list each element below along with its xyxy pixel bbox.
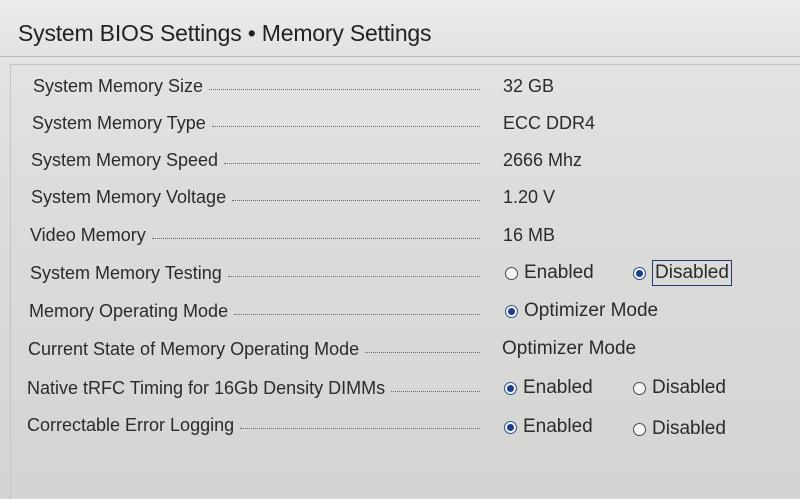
dotted-leader: [224, 162, 480, 164]
setting-value: 32 GB: [503, 75, 555, 96]
dotted-leader: [240, 427, 480, 429]
dotted-leader: [234, 313, 480, 315]
setting-value: 2666 Mhz: [503, 149, 583, 170]
setting-label: Video Memory: [30, 224, 146, 245]
radio-optimizer-mode[interactable]: Optimizer Mode: [505, 296, 658, 326]
radio-label: Disabled: [652, 377, 726, 398]
dotted-leader: [232, 199, 480, 201]
header-bar: System BIOS Settings • Memory Settings: [0, 0, 800, 57]
radio-unselected-icon[interactable]: [505, 266, 518, 280]
setting-row-operating-mode[interactable]: Memory Operating Mode Optimizer Mode: [0, 296, 800, 326]
dotted-leader: [365, 351, 480, 353]
radio-label: Enabled: [523, 416, 593, 437]
setting-label: System Memory Testing: [30, 262, 222, 283]
setting-label: Memory Operating Mode: [29, 300, 229, 321]
setting-label: Correctable Error Logging: [27, 414, 235, 435]
radio-enabled[interactable]: Enabled: [504, 412, 593, 442]
radio-enabled[interactable]: Enabled: [504, 373, 593, 403]
radio-label: Enabled: [523, 377, 593, 398]
setting-label: Current State of Memory Operating Mode: [28, 338, 360, 359]
setting-row-native-trfc[interactable]: Native tRFC Timing for 16Gb Density DIMM…: [0, 373, 800, 403]
radio-disabled[interactable]: Disabled: [633, 373, 726, 403]
setting-value: 16 MB: [503, 224, 556, 245]
bios-window: System BIOS Settings • Memory Settings S…: [0, 0, 800, 499]
radio-selected-icon[interactable]: [504, 381, 517, 395]
setting-label: System Memory Size: [33, 75, 204, 96]
setting-row-memory-size: System Memory Size 32 GB: [0, 71, 800, 101]
setting-row-memory-testing[interactable]: System Memory Testing Enabled Disabled: [0, 258, 800, 288]
setting-label: System Memory Voltage: [31, 186, 227, 207]
radio-selected-icon[interactable]: [504, 420, 517, 434]
setting-row-memory-voltage: System Memory Voltage 1.20 V: [0, 182, 800, 212]
radio-enabled[interactable]: Enabled: [505, 258, 594, 288]
dotted-leader: [151, 237, 480, 239]
setting-label: System Memory Type: [32, 112, 206, 133]
setting-value: Optimizer Mode: [502, 338, 637, 359]
dotted-leader: [209, 88, 480, 90]
setting-row-memory-type: System Memory Type ECC DDR4: [0, 108, 800, 138]
focused-option-label: Disabled: [652, 260, 732, 286]
dotted-leader: [211, 125, 480, 127]
radio-selected-icon[interactable]: [505, 304, 518, 318]
radio-label: Enabled: [524, 262, 594, 283]
setting-value: 1.20 V: [503, 186, 556, 207]
radio-unselected-icon[interactable]: [633, 381, 646, 395]
setting-row-current-operating-mode: Current State of Memory Operating Mode O…: [0, 334, 800, 364]
setting-row-memory-speed: System Memory Speed 2666 Mhz: [0, 145, 800, 175]
radio-label: Disabled: [652, 418, 726, 439]
dotted-leader: [227, 275, 480, 277]
setting-label: System Memory Speed: [31, 149, 219, 170]
setting-value: ECC DDR4: [503, 112, 596, 133]
page-title: System BIOS Settings • Memory Settings: [18, 20, 432, 46]
radio-disabled[interactable]: Disabled: [633, 414, 726, 444]
setting-row-correctable-error-logging[interactable]: Correctable Error Logging Enabled Disabl…: [0, 410, 800, 440]
radio-disabled[interactable]: Disabled: [633, 258, 732, 288]
radio-label: Optimizer Mode: [524, 300, 659, 321]
radio-unselected-icon[interactable]: [633, 422, 646, 436]
setting-row-video-memory: Video Memory 16 MB: [0, 220, 800, 250]
setting-label: Native tRFC Timing for 16Gb Density DIMM…: [27, 377, 386, 398]
dotted-leader: [391, 390, 480, 392]
radio-selected-icon[interactable]: [633, 266, 646, 280]
